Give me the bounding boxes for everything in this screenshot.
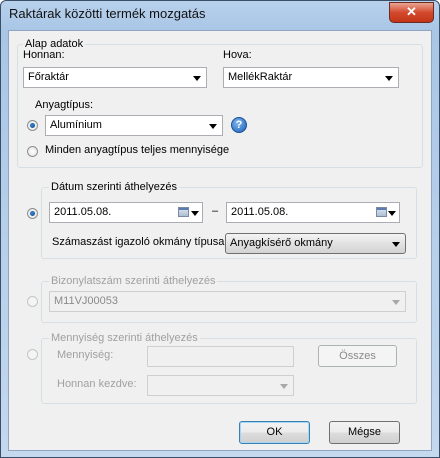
date-from-picker[interactable]: 2011.05.08.	[49, 202, 203, 223]
quantity-label: Mennyiség:	[57, 349, 114, 361]
start-from-label: Honnan kezdve:	[57, 378, 137, 390]
by-quantity-radio[interactable]	[27, 349, 38, 360]
from-warehouse-value: Főraktár	[28, 71, 69, 83]
date-range-dash: –	[212, 205, 219, 217]
dialog-window: Raktárak közötti termék mozgatás ✕ Alap …	[0, 0, 440, 458]
window-title: Raktárak közötti termék mozgatás	[9, 6, 206, 21]
ok-button[interactable]: OK	[239, 421, 310, 444]
document-type-select[interactable]: Anyagkísérő okmány	[225, 233, 406, 254]
chevron-down-icon	[385, 76, 393, 81]
by-date-radio[interactable]	[27, 208, 38, 219]
to-warehouse-select[interactable]: MellékRaktár	[223, 67, 399, 88]
chevron-down-icon	[280, 384, 288, 389]
calendar-icon	[178, 207, 189, 217]
date-from-value: 2011.05.08.	[54, 206, 112, 218]
document-number-select[interactable]: M11VJ00053	[49, 291, 406, 312]
by-date-legend: Dátum szerinti áthelyezés	[49, 181, 179, 193]
all-materials-label[interactable]: Minden anyagtípus teljes mennyisége	[45, 144, 229, 156]
material-type-radio[interactable]	[27, 120, 38, 131]
title-bar: Raktárak közötti termék mozgatás ✕	[1, 1, 439, 29]
from-warehouse-select[interactable]: Főraktár	[23, 67, 207, 88]
from-label: Honnan:	[23, 49, 65, 61]
material-type-value: Alumínium	[50, 119, 102, 131]
start-from-select[interactable]	[147, 375, 294, 396]
chevron-down-icon	[392, 300, 400, 305]
material-type-select[interactable]: Alumínium	[45, 115, 223, 136]
calendar-icon	[376, 207, 387, 217]
cancel-button[interactable]: Mégse	[329, 421, 400, 444]
date-to-value: 2011.05.08.	[231, 206, 289, 218]
document-number-value: M11VJ00053	[54, 295, 119, 307]
close-button[interactable]: ✕	[389, 2, 434, 23]
document-type-value: Anyagkísérő okmány	[230, 237, 333, 249]
by-document-legend: Bizonylatszám szerinti áthelyezés	[49, 275, 218, 287]
document-type-label: Számaszást igazoló okmány típusa:	[52, 236, 228, 248]
dialog-client-area: Alap adatok Honnan: Főraktár Hova: Mellé…	[8, 30, 432, 451]
quantity-input[interactable]	[147, 346, 294, 367]
chevron-down-icon	[193, 76, 201, 81]
all-quantity-button[interactable]: Összes	[318, 345, 397, 367]
close-icon: ✕	[406, 4, 417, 19]
to-label: Hova:	[223, 49, 252, 61]
help-icon[interactable]: ?	[231, 117, 247, 133]
by-quantity-legend: Mennyiség szerinti áthelyezés	[49, 332, 200, 344]
chevron-down-icon	[191, 211, 199, 216]
material-type-label: Anyagtípus:	[35, 99, 94, 111]
chevron-down-icon	[388, 211, 396, 216]
to-warehouse-value: MellékRaktár	[228, 71, 293, 83]
chevron-down-icon	[209, 124, 217, 129]
chevron-down-icon	[392, 242, 400, 247]
date-to-picker[interactable]: 2011.05.08.	[226, 202, 400, 223]
all-materials-radio[interactable]	[27, 146, 38, 157]
by-document-radio[interactable]	[27, 296, 38, 307]
